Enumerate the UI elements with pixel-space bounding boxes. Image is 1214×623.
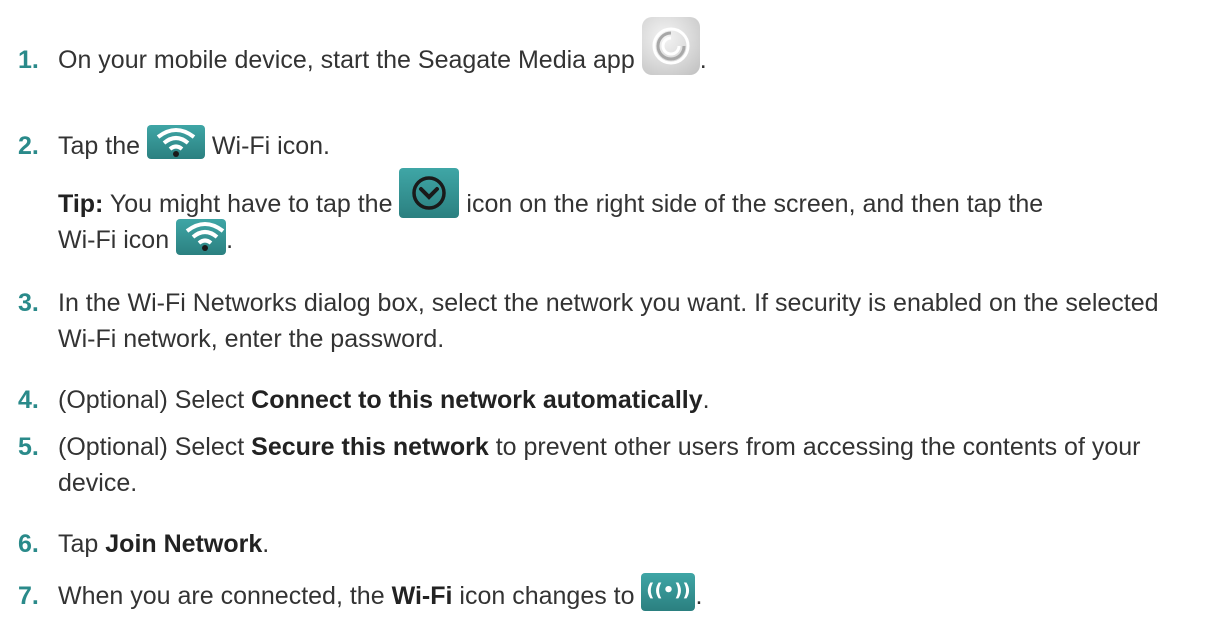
tip-text-a: You might have to tap the [109,190,393,218]
step-6-text-a: Tap [58,530,99,558]
step-text: Tap the Wi-Fi icon. [58,125,330,164]
seagate-media-app-icon [641,17,700,76]
step-7-bold: Wi-Fi [391,582,453,610]
step-text: (Optional) Select Secure this network to… [58,429,1178,502]
step-text: In the Wi-Fi Networks dialog box, select… [58,289,1159,354]
wifi-connected-icon: ((•)) [641,573,696,612]
step-4-bold: Connect to this network automatically [251,386,703,414]
step-number: 6. [18,530,39,558]
step-1-text: On your mobile device, start the Seagate… [58,46,635,74]
tip-line-1: Tip: You might have to tap the icon on t… [58,168,1044,222]
step-1-period: . [699,46,707,74]
step-number: 1. [18,46,39,74]
tip-period: . [226,226,234,254]
step-4-period: . [702,386,710,414]
step-6-period: . [262,530,270,558]
wifi-icon [176,219,227,256]
step-7-text-b: icon changes to [459,582,635,610]
tip-label: Tip: [58,190,104,218]
instruction-document: 1. On your mobile device, start the Seag… [0,0,1214,623]
step-text: (Optional) Select Connect to this networ… [58,382,710,418]
tip-text-b: icon on the right side of the screen, an… [466,190,1044,218]
wifi-icon [146,125,205,160]
step-7-text-a: When you are connected, the [58,582,385,610]
tip-line-2: Wi-Fi icon . [58,219,234,258]
step-text: When you are connected, the Wi-Fi icon c… [58,573,703,614]
step-5-text-a: (Optional) Select [58,433,245,461]
step-4-text-a: (Optional) Select [58,386,245,414]
step-text: Tap Join Network. [58,526,269,562]
step-5-bold: Secure this network [251,433,489,461]
step-number: 7. [18,582,39,610]
step-2-text-b: Wi-Fi icon. [211,132,330,160]
step-text: On your mobile device, start the Seagate… [58,17,707,78]
wifi-connected-glyph: ((•)) [646,580,691,602]
tip-text-c: Wi-Fi icon [58,226,170,254]
step-number: 2. [18,132,39,160]
step-6-bold: Join Network [105,530,263,558]
step-2-text-a: Tap the [58,132,141,160]
step-number: 5. [18,433,39,461]
step-7-period: . [695,582,703,610]
step-number: 3. [18,289,39,317]
chevron-down-icon [399,168,460,219]
step-number: 4. [18,386,39,414]
